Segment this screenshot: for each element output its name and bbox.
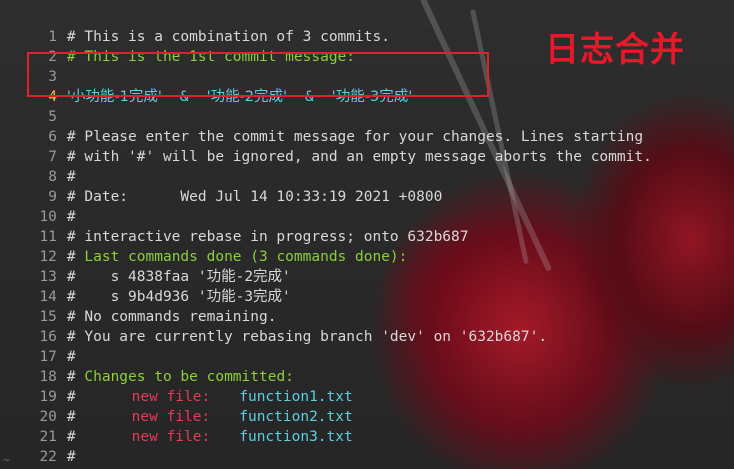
editor-line[interactable]: 13 # s 4838faa '功能-2完成'	[0, 247, 290, 285]
editor-line[interactable]: 10 #	[0, 187, 75, 225]
eof-tilde-marker: ~	[3, 453, 11, 467]
line-text: #	[66, 449, 76, 465]
line-text: # Date: Wed Jul 14 10:33:19 2021 +0800	[66, 189, 443, 205]
new-file-label: new file:	[131, 429, 211, 445]
filename: function3.txt	[239, 429, 353, 445]
editor-line[interactable]: 9 # Date: Wed Jul 14 10:33:19 2021 +0800	[0, 167, 442, 205]
annotation-highlight-box	[27, 52, 489, 97]
editor-line[interactable]: 1 # This is a combination of 3 commits.	[0, 7, 390, 45]
editor-line[interactable]: 16 # You are currently rebasing branch 'd…	[0, 307, 547, 345]
vim-editor[interactable]: 1 # This is a combination of 3 commits. 2…	[0, 0, 734, 469]
line-text: # with '#' will be ignored, and an empty…	[66, 149, 652, 165]
editor-line[interactable]: 22 #	[0, 427, 75, 465]
editor-line[interactable]: 18 # Changes to be committed:	[0, 347, 293, 385]
line-number: 22	[39, 449, 57, 465]
editor-line[interactable]: 6 # Please enter the commit message for y…	[0, 107, 643, 145]
editor-line[interactable]: 8 #	[0, 147, 75, 185]
editor-line[interactable]: 21 # new file: function3.txt	[0, 407, 352, 445]
editor-line[interactable]: 19 # new file: function1.txt	[0, 367, 352, 405]
annotation-title: 日志合并	[545, 30, 685, 70]
line-text: # You are currently rebasing branch 'dev…	[66, 329, 548, 345]
editor-line[interactable]: 2 # This is the 1st commit message:	[0, 27, 355, 65]
editor-line[interactable]: 20 # new file: function2.txt	[0, 387, 352, 425]
editor-line[interactable]: 17 #	[0, 327, 75, 365]
editor-line[interactable]: 12 # Last commands done (3 commands done)…	[0, 227, 407, 265]
editor-line[interactable]: 11 # interactive rebase in progress; onto…	[0, 207, 468, 245]
editor-line[interactable]: 7 # with '#' will be ignored, and an empt…	[0, 127, 652, 165]
editor-line[interactable]: 14 # s 9b4d936 '功能-3完成'	[0, 267, 290, 305]
editor-line[interactable]: 15 # No commands remaining.	[0, 287, 276, 325]
